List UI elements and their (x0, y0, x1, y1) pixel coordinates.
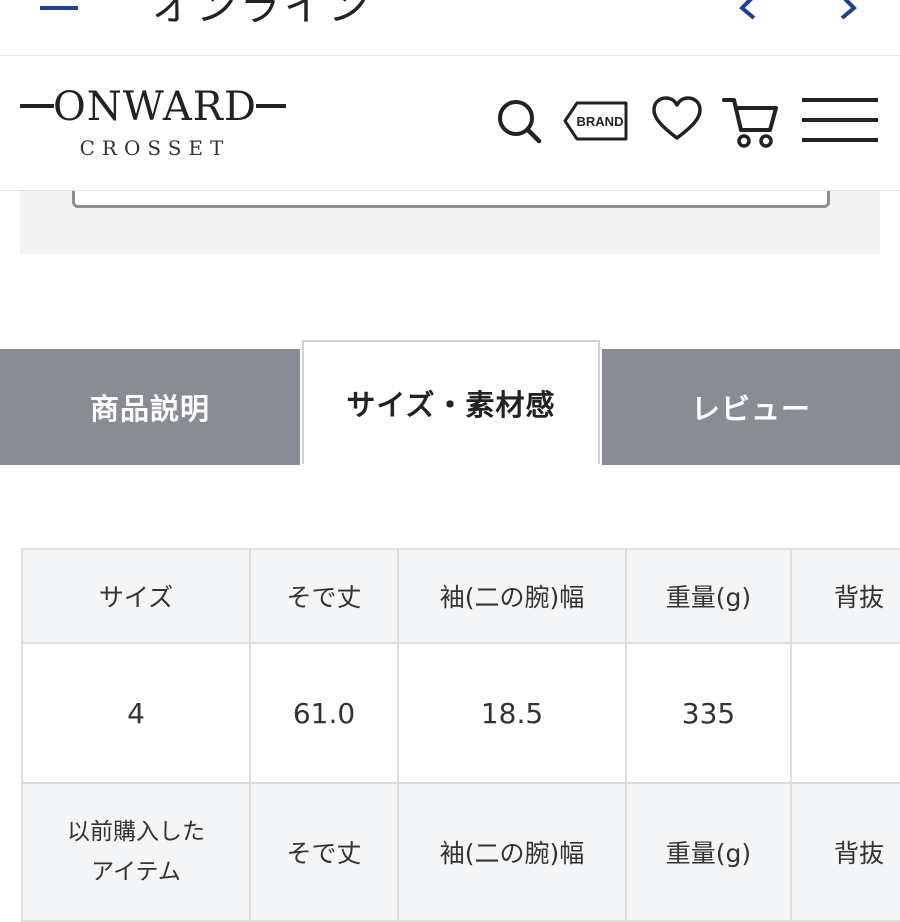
tab-description[interactable]: 商品説明 (0, 349, 300, 465)
table-header-row: サイズ そで丈 袖(二の腕)幅 重量(g) 背抜 (21, 548, 900, 644)
table-cell: 4 (21, 642, 251, 784)
content-panel (20, 191, 880, 254)
select-field[interactable] (72, 191, 830, 208)
tab-review[interactable]: レビュー (602, 349, 900, 465)
search-icon[interactable] (496, 94, 542, 146)
brand-icon-label: BRAND (577, 114, 624, 129)
chevron-right-icon[interactable] (830, 0, 870, 20)
size-table: サイズ そで丈 袖(二の腕)幅 重量(g) 背抜 4 61.0 18.5 335… (21, 548, 900, 922)
table-cell: 袖(二の腕)幅 (397, 782, 627, 922)
site-header: ONWARD CROSSET BRAND (0, 56, 900, 191)
previous-purchase-row: 以前購入した アイテム そで丈 袖(二の腕)幅 重量(g) 背抜 (21, 782, 900, 922)
table-cell: 18.5 (397, 642, 627, 784)
table-cell (790, 642, 900, 784)
previous-purchase-label-line1: 以前購入した (67, 819, 205, 845)
product-tabs: 商品説明 サイズ・素材感 レビュー (0, 340, 900, 465)
column-header: そで丈 (249, 548, 399, 644)
column-header: 袖(二の腕)幅 (397, 548, 627, 644)
table-row: 4 61.0 18.5 335 (21, 642, 900, 784)
cart-icon[interactable] (722, 94, 782, 148)
drawer-menu-icon[interactable] (40, 0, 80, 20)
top-app-bar: オンライン (0, 0, 900, 56)
menu-icon[interactable] (800, 94, 880, 146)
tab-size-material[interactable]: サイズ・素材感 (302, 340, 600, 464)
table-cell: 背抜 (790, 782, 900, 922)
app-bar-title: オンライン (152, 0, 372, 30)
table-cell: 重量(g) (625, 782, 792, 922)
column-header: 背抜 (790, 548, 900, 644)
logo-line-right (256, 104, 286, 108)
logo-word: ONWARD (53, 84, 257, 130)
table-cell: 335 (625, 642, 792, 784)
logo-line-left (20, 104, 54, 108)
brand-tag-icon[interactable]: BRAND (563, 94, 629, 146)
table-cell: そで丈 (249, 782, 399, 922)
heart-icon[interactable] (651, 94, 703, 146)
column-header: 重量(g) (625, 548, 792, 644)
chevron-left-icon[interactable] (728, 0, 768, 20)
previous-purchase-label: 以前購入した アイテム (21, 782, 251, 922)
table-cell: 61.0 (249, 642, 399, 784)
previous-purchase-label-line2: アイテム (91, 859, 181, 885)
column-header: サイズ (21, 548, 251, 644)
logo-sub: CROSSET (79, 136, 231, 160)
onward-crosset-logo[interactable]: ONWARD CROSSET (20, 80, 290, 160)
